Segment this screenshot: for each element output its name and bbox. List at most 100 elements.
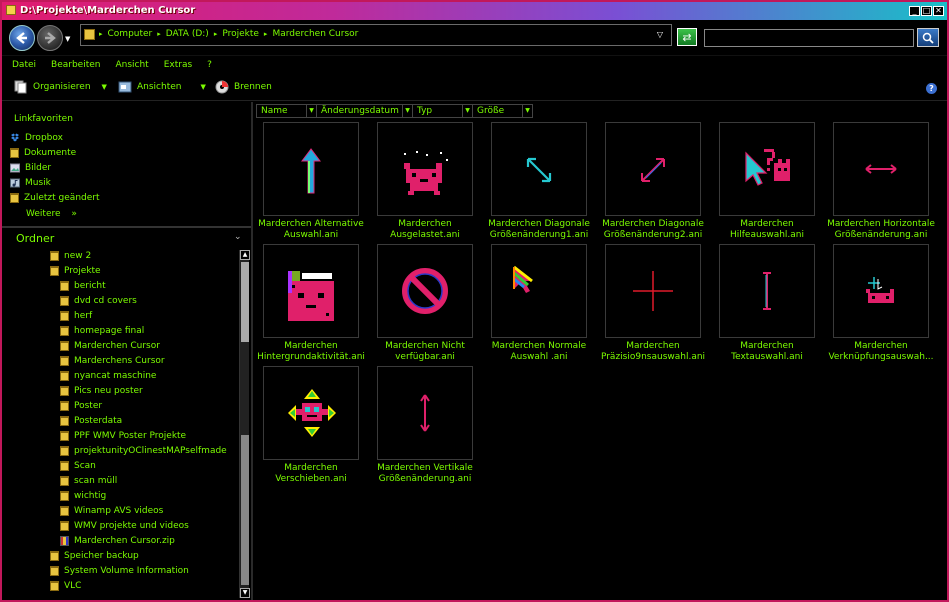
search-input[interactable] (704, 29, 914, 47)
chevron-right-icon[interactable]: ▸ (214, 30, 218, 38)
file-thumbnail[interactable] (377, 366, 473, 460)
tree-item[interactable]: nyancat maschine (60, 371, 156, 381)
views-button[interactable]: Ansichten ▼ (118, 80, 206, 94)
scroll-down-arrow-icon[interactable]: ▼ (240, 588, 250, 598)
menu-ansicht[interactable]: Ansicht (115, 57, 148, 73)
tree-item[interactable]: Marderchen Cursor.zip (60, 536, 175, 546)
file-item[interactable]: Marderchen Horizontale Größenänderung.ani (826, 120, 940, 242)
recent-pages-dropdown[interactable]: ▼ (65, 35, 70, 43)
file-item[interactable]: Marderchen Verknüpfungsauswah... (826, 242, 940, 364)
pane-splitter[interactable] (251, 102, 253, 600)
menu-datei[interactable]: Datei (12, 57, 36, 73)
column-date[interactable]: Änderungsdatum ▼ (316, 104, 412, 118)
tree-item[interactable]: projektunityOClinestMAPselfmade (60, 446, 227, 456)
file-name[interactable]: Marderchen Hintergrundaktivität.ani (256, 341, 366, 363)
crumb-marderchen-cursor[interactable]: Marderchen Cursor (272, 29, 358, 39)
favorite-musik[interactable]: Musik (10, 178, 51, 188)
tree-item[interactable]: Posterdata (60, 416, 122, 426)
file-item[interactable]: Marderchen Ausgelastet.ani (370, 120, 484, 242)
file-thumbnail[interactable] (491, 244, 587, 338)
refresh-button[interactable]: ⇄ (677, 28, 697, 46)
file-thumbnail[interactable] (263, 122, 359, 216)
tree-item[interactable]: Marderchen Cursor (60, 341, 160, 351)
file-item[interactable]: Marderchen Präzisio9nsauswahl.ani (598, 242, 712, 364)
file-thumbnail[interactable] (263, 366, 359, 460)
chevron-down-icon[interactable]: ▽ (655, 30, 665, 40)
tree-item[interactable]: WMV projekte und videos (60, 521, 189, 531)
column-type[interactable]: Typ ▼ (412, 104, 472, 118)
crumb-data-drive[interactable]: DATA (D:) (166, 29, 209, 39)
crumb-projekte[interactable]: Projekte (222, 29, 259, 39)
forward-button[interactable] (37, 25, 63, 51)
tree-scrollbar[interactable]: ▲ ▼ (239, 250, 250, 598)
column-size[interactable]: Größe ▼ (472, 104, 533, 118)
file-item[interactable]: Marderchen Hintergrundaktivität.ani (256, 242, 370, 364)
favorite-dokumente[interactable]: Dokumente (10, 148, 76, 158)
file-name[interactable]: Marderchen Hilfeauswahl.ani (712, 219, 822, 241)
file-name[interactable]: Marderchen Verknüpfungsauswah... (826, 341, 936, 363)
tree-item[interactable]: dvd cd covers (60, 296, 137, 306)
file-item[interactable]: Marderchen Nicht verfügbar.ani (370, 242, 484, 364)
file-item[interactable]: Marderchen Alternative Auswahl.ani (256, 120, 370, 242)
file-item[interactable]: Marderchen Diagonale Größenänderung2.ani (598, 120, 712, 242)
tree-item[interactable]: Pics neu poster (60, 386, 143, 396)
crumb-computer[interactable]: Computer (108, 29, 153, 39)
chevron-right-icon[interactable]: ▸ (99, 30, 103, 38)
menu-help[interactable]: ? (207, 57, 212, 73)
tree-item[interactable]: homepage final (60, 326, 144, 336)
chevron-down-icon[interactable]: ▼ (402, 105, 412, 117)
tree-item[interactable]: Speicher backup (50, 551, 139, 561)
tree-item[interactable]: wichtig (60, 491, 106, 501)
chevron-up-icon[interactable]: ⌄ (234, 232, 246, 242)
chevron-right-icon[interactable]: ▸ (157, 30, 161, 38)
tree-item[interactable]: Marderchens Cursor (60, 356, 165, 366)
tree-item[interactable]: herf (60, 311, 92, 321)
menu-bearbeiten[interactable]: Bearbeiten (51, 57, 100, 73)
chevron-down-icon[interactable]: ▼ (462, 105, 472, 117)
file-name[interactable]: Marderchen Vertikale Größenänderung.ani (370, 463, 480, 485)
tree-item[interactable]: bericht (60, 281, 106, 291)
favorites-more-link[interactable]: Weitere » (26, 209, 77, 219)
tree-item[interactable]: Winamp AVS videos (60, 506, 163, 516)
chevron-right-icon[interactable]: ▸ (264, 30, 268, 38)
file-thumbnail[interactable] (605, 244, 701, 338)
tree-item[interactable]: VLC (50, 581, 81, 591)
tree-item[interactable]: Projekte (50, 266, 101, 276)
minimize-button[interactable]: _ (909, 6, 920, 16)
file-thumbnail[interactable] (377, 244, 473, 338)
folders-title[interactable]: Ordner (16, 232, 54, 245)
column-name[interactable]: Name ▼ (256, 104, 316, 118)
tree-item[interactable]: new 2 (50, 251, 91, 261)
back-button[interactable] (9, 25, 35, 51)
search-button[interactable] (917, 28, 939, 47)
file-thumbnail[interactable] (263, 244, 359, 338)
address-bar[interactable]: ▸ Computer ▸ DATA (D:) ▸ Projekte ▸ Mard… (80, 24, 672, 46)
favorite-zuletzt-geaendert[interactable]: Zuletzt geändert (10, 193, 100, 203)
menu-extras[interactable]: Extras (164, 57, 192, 73)
file-item[interactable]: Marderchen Diagonale Größenänderung1.ani (484, 120, 598, 242)
file-name[interactable]: Marderchen Normale Auswahl .ani (484, 341, 594, 363)
file-name[interactable]: Marderchen Diagonale Größenänderung1.ani (484, 219, 594, 241)
file-thumbnail[interactable] (605, 122, 701, 216)
burn-button[interactable]: Brennen (215, 80, 272, 94)
file-thumbnail[interactable] (491, 122, 587, 216)
file-item[interactable]: Marderchen Hilfeauswahl.ani (712, 120, 826, 242)
file-thumbnail[interactable] (719, 244, 815, 338)
file-item[interactable]: Marderchen Normale Auswahl .ani (484, 242, 598, 364)
scroll-thumb[interactable] (241, 262, 249, 342)
file-name[interactable]: Marderchen Textauswahl.ani (712, 341, 822, 363)
maximize-button[interactable]: □ (921, 6, 932, 16)
chevron-down-icon[interactable]: ▼ (306, 105, 316, 117)
file-item[interactable]: Marderchen Vertikale Größenänderung.ani (370, 364, 484, 486)
scroll-up-arrow-icon[interactable]: ▲ (240, 250, 250, 260)
tree-item[interactable]: Scan (60, 461, 96, 471)
favorite-bilder[interactable]: Bilder (10, 163, 51, 173)
file-name[interactable]: Marderchen Präzisio9nsauswahl.ani (598, 341, 708, 363)
tree-item[interactable]: PPF WMV Poster Projekte (60, 431, 186, 441)
file-item[interactable]: Marderchen Verschieben.ani (256, 364, 370, 486)
file-name[interactable]: Marderchen Nicht verfügbar.ani (370, 341, 480, 363)
tree-item[interactable]: Poster (60, 401, 102, 411)
help-icon[interactable]: ? (926, 83, 937, 94)
file-item[interactable]: Marderchen Textauswahl.ani (712, 242, 826, 364)
file-thumbnail[interactable] (377, 122, 473, 216)
